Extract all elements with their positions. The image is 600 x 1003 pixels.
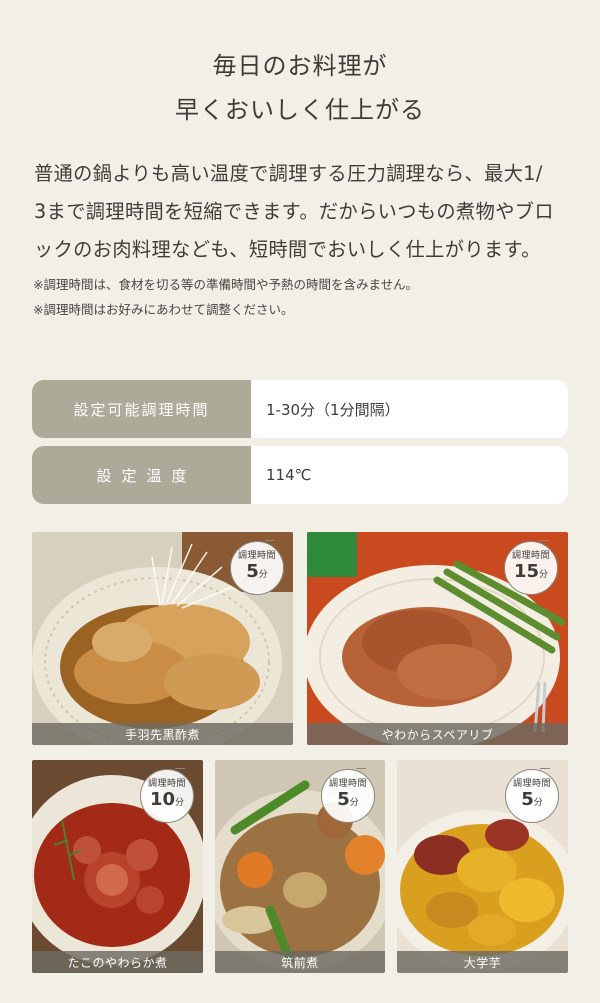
clock-arrow-icon xyxy=(175,768,185,774)
dish-card-octopus: 調理時間 10分 たこのやわらか煮 xyxy=(32,760,203,973)
description: 普通の鍋よりも高い温度で調理する圧力調理なら、最大1/ 3まで調理時間を短縮でき… xyxy=(34,155,574,269)
dish-card-daigaku-imo: 調理時間 5分 大学芋 xyxy=(397,760,568,973)
note-adjust-time: ※調理時間はお好みにあわせて調整ください。 xyxy=(33,302,294,317)
cook-time-badge: 調理時間 5分 xyxy=(505,768,559,823)
description-line-1: 普通の鍋よりも高い温度で調理する圧力調理なら、最大1/ xyxy=(34,162,543,185)
dish-card-chikuzen-ni: 調理時間 5分 筑前煮 xyxy=(215,760,385,973)
cook-time-badge: 調理時間 5分 xyxy=(230,540,284,595)
description-line-2: 3まで調理時間を短縮できます。だからいつもの煮物やブロ xyxy=(34,200,554,223)
dish-name: たこのやわらか煮 xyxy=(32,951,203,973)
headline-line-2: 早くおいしく仕上がる xyxy=(175,96,425,124)
clock-arrow-icon xyxy=(265,540,275,546)
badge-minutes: 5 xyxy=(246,561,259,582)
cook-time-badge: 調理時間 15分 xyxy=(504,540,558,595)
spec-value-cook-time: 1-30分（1分間隔） xyxy=(251,380,568,438)
clock-arrow-icon xyxy=(356,768,366,774)
dish-name: やわからスペアリブ xyxy=(307,723,568,745)
badge-unit: 分 xyxy=(539,570,549,580)
spec-label-cook-time: 設定可能調理時間 xyxy=(32,380,251,438)
spec-label-temperature: 設定温度 xyxy=(32,446,251,504)
dish-card-chicken-wings: 調理時間 5分 手羽先黒酢煮 xyxy=(32,532,293,745)
spec-row-temperature: 設定温度 114℃ xyxy=(32,446,568,504)
headline-line-1: 毎日のお料理が xyxy=(212,52,388,80)
dish-name: 手羽先黒酢煮 xyxy=(32,723,293,745)
badge-unit: 分 xyxy=(175,798,185,808)
dish-card-spareribs: 調理時間 15分 やわからスペアリブ xyxy=(307,532,568,745)
badge-unit: 分 xyxy=(349,798,359,808)
cook-time-badge: 調理時間 10分 xyxy=(140,768,194,823)
badge-minutes: 5 xyxy=(337,789,350,810)
spec-row-cook-time: 設定可能調理時間 1-30分（1分間隔） xyxy=(32,380,568,438)
cook-time-badge: 調理時間 5分 xyxy=(321,768,375,823)
clock-arrow-icon xyxy=(539,540,549,546)
spec-value-temperature: 114℃ xyxy=(251,446,568,504)
badge-minutes: 15 xyxy=(513,561,540,582)
badge-unit: 分 xyxy=(258,570,268,580)
badge-minutes: 5 xyxy=(521,789,534,810)
note-prep-time: ※調理時間は、食材を切る等の準備時間や予熱の時間を含みません。 xyxy=(33,277,419,292)
clock-arrow-icon xyxy=(540,768,550,774)
badge-minutes: 10 xyxy=(149,789,176,810)
dish-name: 大学芋 xyxy=(397,951,568,973)
badge-unit: 分 xyxy=(533,798,543,808)
dish-name: 筑前煮 xyxy=(215,951,385,973)
description-line-3: ックのお肉料理なども、短時間でおいしく仕上がります。 xyxy=(34,238,541,261)
